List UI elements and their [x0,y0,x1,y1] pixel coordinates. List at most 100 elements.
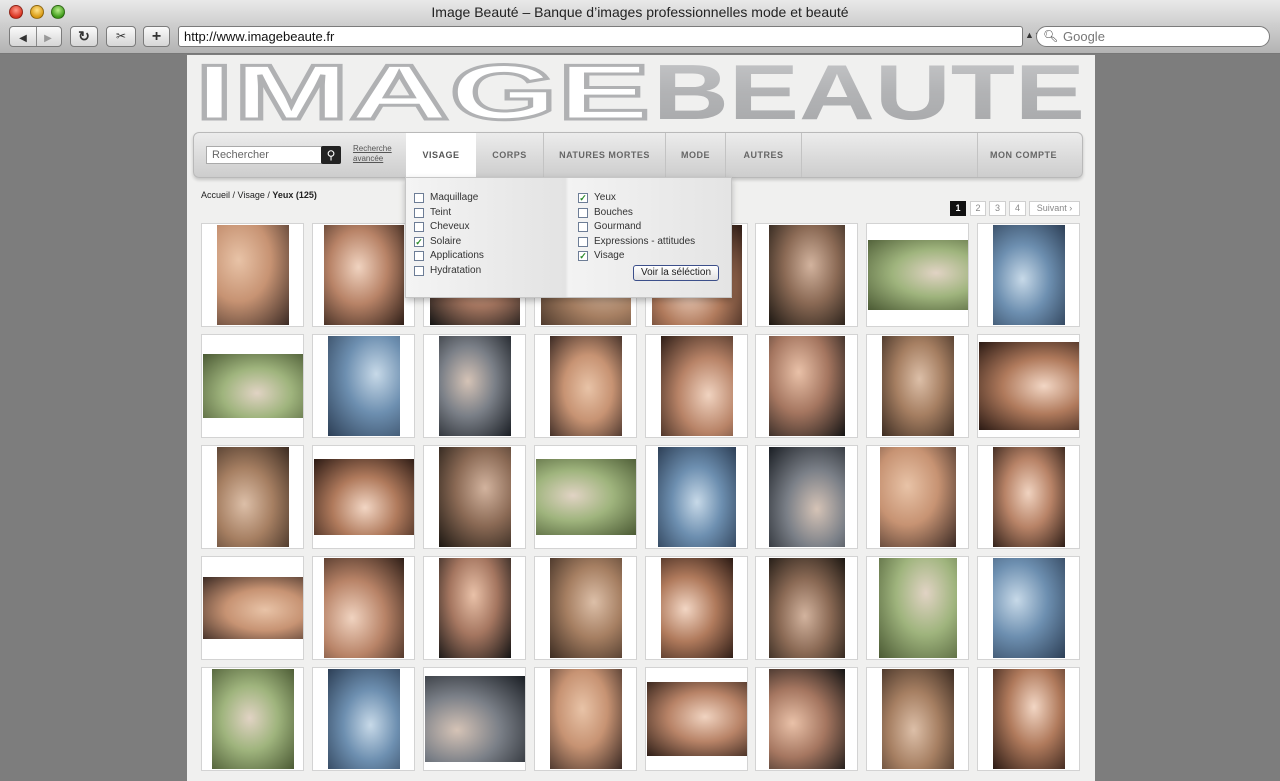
filter-visage[interactable]: ✓ Visage [578,249,695,264]
filter-expressions-attitudes[interactable]: Expressions - attitudes [578,235,695,250]
next-page-link[interactable]: Suivant › [1029,201,1080,216]
image-thumbnail[interactable] [755,334,858,438]
beauty-photo [768,669,845,769]
image-thumbnail[interactable] [645,445,748,549]
reload-button[interactable]: ↻ [70,26,98,47]
image-thumbnail[interactable] [977,223,1080,327]
image-thumbnail[interactable] [201,445,304,549]
image-thumbnail[interactable] [977,556,1080,660]
image-thumbnail[interactable] [423,556,526,660]
filter-gourmand[interactable]: Gourmand [578,220,695,235]
search-button[interactable]: ⚲ [321,146,341,164]
image-thumbnail[interactable] [977,667,1080,771]
filter-bouches[interactable]: Bouches [578,206,695,221]
tab-natures-mortes[interactable]: NATURES MORTES [544,133,666,177]
tab-autres[interactable]: AUTRES [726,133,802,177]
site-logo[interactable]: IMAGE BEAUTE [194,47,1086,138]
checkbox[interactable] [578,207,588,218]
checkbox[interactable] [414,265,424,276]
dropdown-right-column: ✓ Yeux Bouches Gourmand Expressions - att… [578,191,695,264]
logo-text-beaute: BEAUTE [653,57,1085,127]
image-thumbnail[interactable] [201,334,304,438]
checkbox[interactable] [578,222,588,233]
image-thumbnail[interactable] [866,667,969,771]
breadcrumb-home[interactable]: Accueil [201,190,230,200]
beauty-photo [549,558,622,658]
beauty-photo [657,447,736,547]
close-window-button[interactable] [9,5,23,19]
checkbox[interactable] [578,236,588,247]
filter-label: Solaire [430,235,462,247]
checkbox[interactable] [414,251,424,262]
image-thumbnail[interactable] [312,445,415,549]
image-thumbnail[interactable] [645,667,748,771]
browser-search-field[interactable]: 🔍︎ Google [1036,26,1270,47]
tab-corps[interactable]: CORPS [476,133,544,177]
tab-mode[interactable]: MODE [666,133,726,177]
filter-teint[interactable]: Teint [414,206,484,221]
image-thumbnail[interactable] [755,445,858,549]
web-clip-button[interactable]: ✂ [106,26,136,47]
advanced-search-link[interactable]: Recherche avancée [353,144,399,164]
beauty-photo [438,558,511,658]
beauty-photo [323,558,404,658]
filter-yeux[interactable]: ✓ Yeux [578,191,695,206]
beauty-photo [867,240,968,310]
image-thumbnail[interactable] [201,223,304,327]
image-thumbnail[interactable] [534,334,637,438]
image-thumbnail[interactable] [755,667,858,771]
checkbox-checked[interactable]: ✓ [578,193,588,203]
tab-visage[interactable]: VISAGE [406,133,476,181]
image-thumbnail[interactable] [201,667,304,771]
beauty-photo [202,354,303,418]
image-thumbnail[interactable] [866,223,969,327]
beauty-photo [878,558,957,658]
zoom-window-button[interactable] [51,5,65,19]
image-thumbnail[interactable] [312,334,415,438]
filter-hydratation[interactable]: Hydratation [414,264,484,279]
image-thumbnail[interactable] [977,334,1080,438]
image-thumbnail[interactable] [755,223,858,327]
image-thumbnail[interactable] [423,667,526,771]
back-icon[interactable]: ◀ [11,29,36,48]
tab-mon-compte[interactable]: MON COMPTE [977,133,1069,177]
checkbox-checked[interactable]: ✓ [578,251,588,262]
image-thumbnail[interactable] [866,556,969,660]
image-thumbnail[interactable] [312,667,415,771]
forward-icon[interactable]: ▶ [36,29,61,48]
address-bar[interactable]: http://www.imagebeaute.fr [178,26,1023,47]
image-thumbnail[interactable] [201,556,304,660]
checkbox[interactable] [414,193,424,203]
page-2-link[interactable]: 2 [970,201,986,216]
page-1-link[interactable]: 1 [950,201,966,216]
image-thumbnail[interactable] [534,445,637,549]
checkbox[interactable] [414,207,424,218]
checkbox-checked[interactable]: ✓ [414,236,424,247]
image-thumbnail[interactable] [866,334,969,438]
filter-cheveux[interactable]: Cheveux [414,220,484,235]
scissors-icon: ✂ [115,29,127,43]
filter-applications[interactable]: Applications [414,249,484,264]
checkbox[interactable] [414,222,424,233]
image-thumbnail[interactable] [534,667,637,771]
image-thumbnail[interactable] [423,445,526,549]
image-thumbnail[interactable] [312,556,415,660]
image-thumbnail[interactable] [866,445,969,549]
page-3-link[interactable]: 3 [989,201,1006,216]
search-input[interactable]: Rechercher [206,146,322,164]
filter-maquillage[interactable]: Maquillage [414,191,484,206]
image-thumbnail[interactable] [423,334,526,438]
image-thumbnail[interactable] [977,445,1080,549]
view-selection-button[interactable]: Voir la séléction [633,265,719,281]
filter-solaire[interactable]: ✓ Solaire [414,235,484,250]
beauty-photo [992,225,1065,325]
minimize-window-button[interactable] [30,5,44,19]
breadcrumb-section[interactable]: Visage [238,190,265,200]
image-thumbnail[interactable] [755,556,858,660]
image-thumbnail[interactable] [645,334,748,438]
page-4-link[interactable]: 4 [1009,201,1026,216]
image-thumbnail[interactable] [534,556,637,660]
image-thumbnail[interactable] [645,556,748,660]
image-thumbnail[interactable] [312,223,415,327]
add-bookmark-button[interactable]: + [143,26,170,47]
